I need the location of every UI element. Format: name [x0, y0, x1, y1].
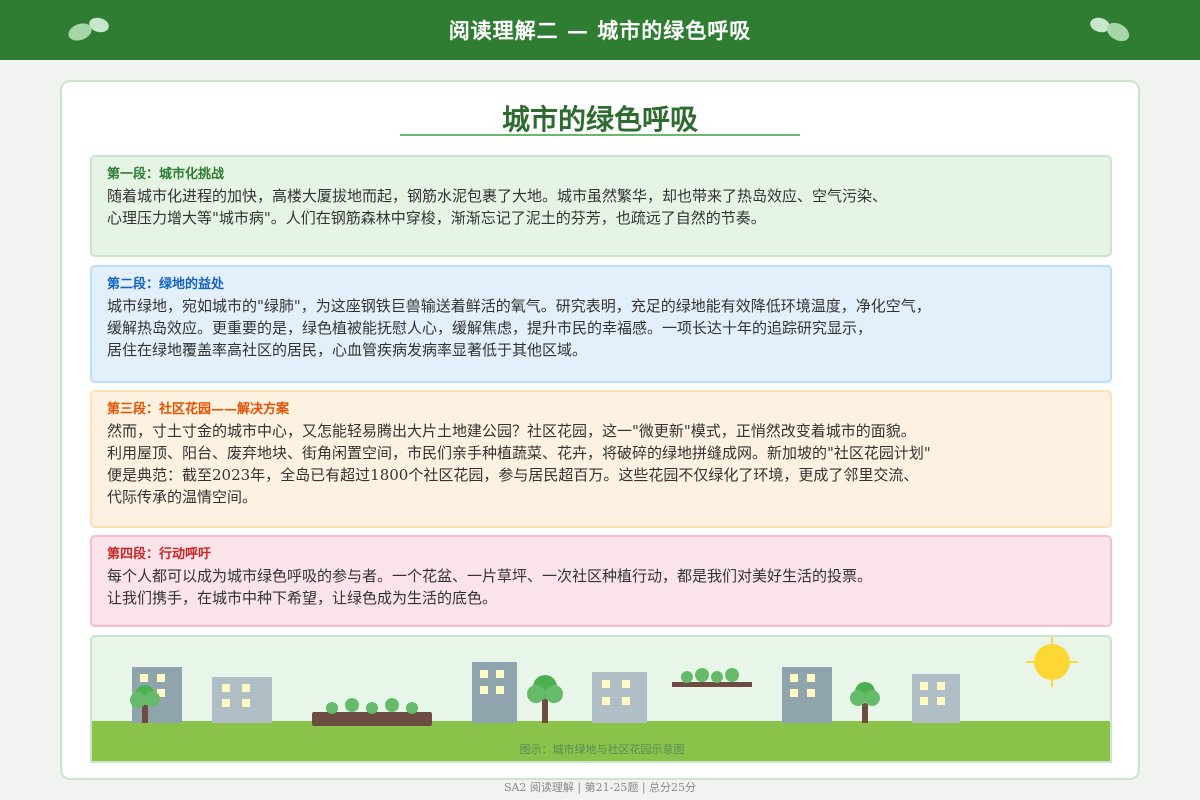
paragraph-line: 居住在绿地覆盖率高社区的居民，心血管疾病发病率显著低于其他区域。 — [107, 341, 588, 359]
paragraph-4: 第四段：行动呼吁 每个人都可以成为城市绿色呼吸的参与者。一个花盆、一片草坪、一次… — [90, 535, 1112, 627]
article-card: 城市的绿色呼吸 第一段：城市化挑战 随着城市化进程的加快，高楼大厦拔地而起，钢筋… — [60, 80, 1140, 780]
paragraph-heading: 第二段：绿地的益处 — [107, 277, 225, 292]
sun-icon — [1026, 637, 1078, 687]
tree-icon — [527, 675, 563, 723]
paragraph-heading: 第一段：城市化挑战 — [107, 167, 225, 182]
illustration-caption: 图示：城市绿地与社区花园示意图 — [519, 743, 685, 756]
paragraph-3: 第三段：社区花园——解决方案 然而，寸土寸金的城市中心，又怎能轻易腾出大片土地建… — [90, 390, 1112, 528]
leaf-icon — [1090, 17, 1130, 42]
paragraph-line: 城市绿地，宛如城市的"绿肺"，为这座钢铁巨兽输送着鲜活的氧气。研究表明，充足的绿… — [107, 297, 931, 315]
rooftop-garden-icon — [672, 668, 752, 687]
paragraph-heading: 第四段：行动呼吁 — [107, 547, 212, 562]
paragraph-line: 随着城市化进程的加快，高楼大厦拔地而起，钢筋水泥包裹了大地。城市虽然繁华，却也带… — [107, 187, 888, 205]
paragraph-2: 第二段：绿地的益处 城市绿地，宛如城市的"绿肺"，为这座钢铁巨兽输送着鲜活的氧气… — [90, 265, 1112, 383]
paragraph-line: 利用屋顶、阳台、废弃地块、街角闲置空间，市民们亲手种植蔬菜、花卉，将破碎的绿地拼… — [107, 444, 931, 462]
header-bar: 阅读理解二 — 城市的绿色呼吸 — [0, 0, 1200, 60]
paragraph-line: 缓解热岛效应。更重要的是，绿色植被能抚慰人心，缓解焦虑，提升市民的幸福感。一项长… — [107, 319, 873, 337]
building-icon — [472, 662, 517, 723]
leaf-icon — [68, 17, 109, 41]
building-icon — [782, 667, 832, 723]
garden-bed-icon — [312, 698, 432, 726]
city-green-illustration: 图示：城市绿地与社区花园示意图 — [90, 635, 1112, 763]
paragraph-line: 然而，寸土寸金的城市中心，又怎能轻易腾出大片土地建公园？社区花园，这一"微更新"… — [107, 422, 916, 440]
building-icon — [592, 672, 647, 723]
footer-text: SA2 阅读理解 | 第21-25题 | 总分25分 — [503, 781, 697, 794]
paragraph-line: 便是典范：截至2023年，全岛已有超过1800个社区花园，参与居民超百万。这些花… — [107, 466, 919, 484]
paragraph-line: 让我们携手，在城市中种下希望，让绿色成为生活的底色。 — [107, 589, 498, 607]
paragraph-line: 代际传承的温情空间。 — [107, 488, 258, 506]
article-title: 城市的绿色呼吸 — [501, 103, 698, 136]
title-underline — [400, 134, 800, 136]
building-icon — [212, 677, 272, 723]
paragraph-line: 心理压力增大等"城市病"。人们在钢筋森林中穿梭，渐渐忘记了泥土的芬芳，也疏远了自… — [107, 209, 766, 227]
header-title: 阅读理解二 — 城市的绿色呼吸 — [448, 18, 752, 43]
paragraph-1: 第一段：城市化挑战 随着城市化进程的加快，高楼大厦拔地而起，钢筋水泥包裹了大地。… — [90, 155, 1112, 257]
paragraph-line: 每个人都可以成为城市绿色呼吸的参与者。一个花盆、一片草坪、一次社区种植行动，都是… — [107, 567, 873, 585]
building-icon — [912, 674, 960, 723]
paragraph-heading: 第三段：社区花园——解决方案 — [107, 402, 290, 417]
tree-icon — [850, 682, 880, 723]
